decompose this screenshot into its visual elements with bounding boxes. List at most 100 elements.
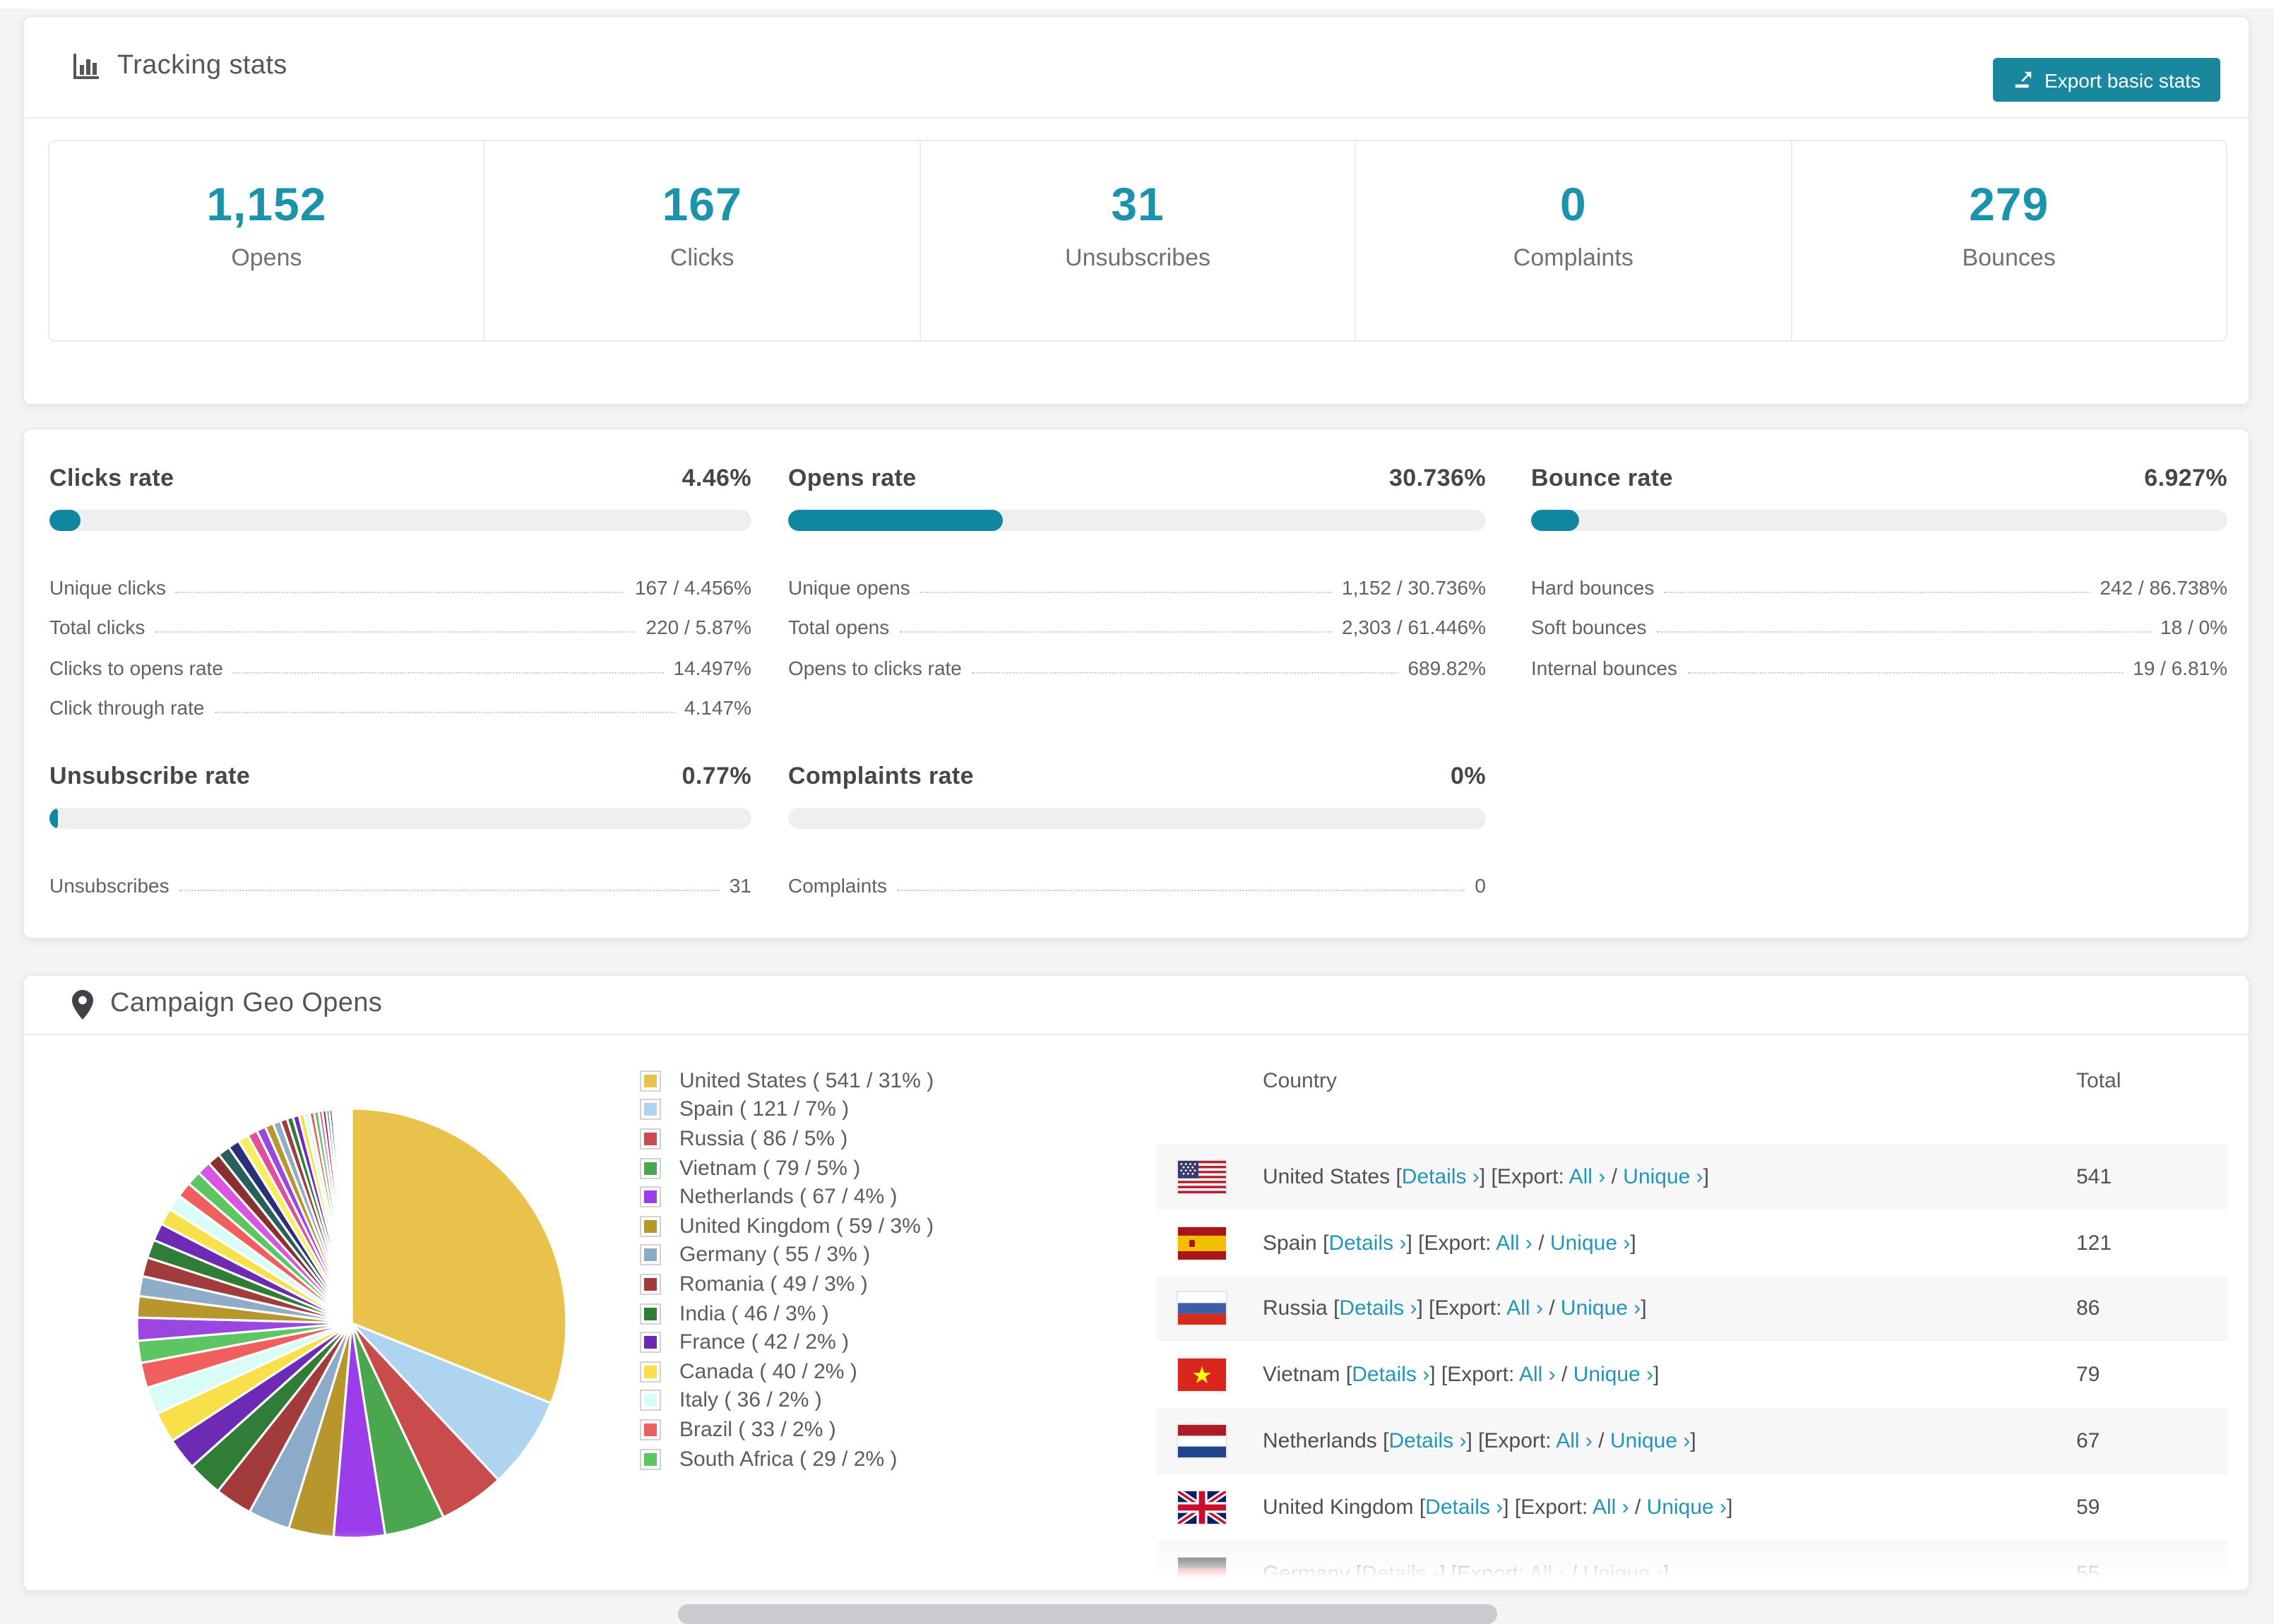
legend-swatch (640, 1215, 661, 1237)
geo-header: Campaign Geo Opens (24, 976, 2249, 1034)
rate-row-value: 1,152 / 30.736% (1342, 575, 1486, 598)
summary-stats-box: 1,152 Opens 167 Clicks 31 Unsubscribes 0 Compla… (48, 140, 2227, 342)
header-divider (24, 117, 2249, 119)
rate-row: Total clicks 220 / 5.87% (49, 601, 751, 641)
export-unique-link[interactable]: Unique › (1610, 1429, 1690, 1453)
rate-header: Complaints rate 0% (788, 763, 1486, 791)
legend-swatch (640, 1244, 661, 1266)
rate-progress-bar (49, 808, 751, 829)
rate-row-label: Opens to clicks rate (788, 656, 962, 679)
export-unique-link[interactable]: Unique › (1623, 1165, 1703, 1189)
total-cell: 55 (2076, 1561, 2100, 1586)
geo-opens-table: Country Total United States [Details ›] … (1157, 1049, 2227, 1590)
legend-item: Germany ( 55 / 3% ) (640, 1241, 934, 1270)
legend-label: South Africa ( 29 / 2% ) (679, 1447, 898, 1471)
flag-nl-icon (1178, 1425, 1226, 1458)
rate-title: Complaints rate (788, 763, 974, 789)
export-all-link[interactable]: All › (1556, 1429, 1593, 1453)
horizontal-scrollbar-thumb[interactable] (678, 1604, 1497, 1624)
total-cell: 121 (2076, 1231, 2112, 1255)
rate-rows: Unique clicks 167 / 4.456% Total clicks 220… (49, 561, 751, 722)
legend-swatch (640, 1303, 661, 1325)
details-link[interactable]: Details › (1362, 1561, 1439, 1585)
details-link[interactable]: Details › (1402, 1165, 1480, 1189)
geo-opens-card: Campaign Geo Opens United States ( 541 /… (23, 974, 2250, 1592)
details-link[interactable]: Details › (1328, 1231, 1406, 1255)
dotted-leader (897, 889, 1465, 890)
country-name: Germany (1263, 1561, 1356, 1586)
rate-row-label: Unique opens (788, 575, 910, 598)
table-row: United States [Details ›] [Export: All ›… (1157, 1144, 2227, 1210)
rate-progress-fill (49, 808, 58, 829)
rate-block-opens-rate: Opens rate 30.736% Unique opens 1,152 / 30.… (788, 465, 1486, 681)
export-all-link[interactable]: All › (1593, 1495, 1629, 1519)
flag-es-icon (1178, 1226, 1226, 1260)
legend-label: Germany ( 55 / 3% ) (679, 1243, 871, 1267)
geo-opens-pie-chart (136, 1107, 568, 1539)
rate-row: Unsubscribes 31 (49, 859, 751, 899)
rate-row-label: Click through rate (49, 696, 205, 719)
rates-card: Clicks rate 4.46% Unique clicks 167 / 4.456… (23, 428, 2250, 939)
table-row: Germany [Details ›] [Export: All › / Uni… (1157, 1540, 2227, 1590)
summary-stat: 279 Bounces (1790, 141, 2226, 340)
legend-item: France ( 42 / 2% ) (640, 1328, 934, 1357)
export-basic-stats-button[interactable]: Export basic stats (1992, 58, 2220, 102)
export-unique-link[interactable]: Unique › (1573, 1363, 1653, 1387)
export-all-link[interactable]: All › (1506, 1297, 1543, 1321)
summary-stat-value: 1,152 (206, 178, 327, 230)
rate-row-label: Soft bounces (1531, 616, 1647, 638)
flag-gb-icon (1178, 1491, 1226, 1524)
legend-item: Canada ( 40 / 2% ) (640, 1357, 934, 1386)
geo-table-header: Country Total (1157, 1049, 2227, 1144)
rate-row: Unique opens 1,152 / 30.736% (788, 561, 1486, 601)
rate-row: Opens to clicks rate 689.82% (788, 641, 1486, 681)
dotted-leader (1687, 671, 2124, 673)
rate-row-value: 167 / 4.456% (634, 575, 751, 598)
summary-stat-label: Clicks (669, 244, 734, 271)
table-row: Spain [Details ›] [Export: All › / Uniqu… (1157, 1210, 2227, 1277)
map-pin-icon (72, 989, 93, 1019)
country-cell: United States [Details ›] [Export: All ›… (1263, 1164, 1710, 1189)
rate-progress-fill (1531, 510, 1580, 531)
details-link[interactable]: Details › (1425, 1495, 1503, 1519)
country-cell: Vietnam [Details ›] [Export: All › / Uni… (1263, 1363, 1660, 1387)
export-all-link[interactable]: All › (1519, 1363, 1556, 1387)
geo-title-row: Campaign Geo Opens (72, 989, 382, 1020)
legend-item: Italy ( 36 / 2% ) (640, 1386, 934, 1415)
details-link[interactable]: Details › (1388, 1429, 1466, 1453)
rate-rows: Unsubscribes 31 (49, 859, 751, 899)
rate-header: Clicks rate 4.46% (49, 465, 751, 493)
dotted-leader (971, 671, 1398, 673)
details-link[interactable]: Details › (1352, 1363, 1429, 1387)
legend-label: Russia ( 86 / 5% ) (679, 1126, 848, 1151)
export-unique-link[interactable]: Unique › (1583, 1561, 1663, 1585)
dotted-leader (155, 631, 636, 633)
legend-swatch (640, 1419, 661, 1440)
export-unique-link[interactable]: Unique › (1647, 1495, 1727, 1519)
legend-label: Netherlands ( 67 / 4% ) (679, 1185, 898, 1210)
rate-row: Total opens 2,303 / 61.446% (788, 601, 1486, 641)
legend-item: Romania ( 49 / 3% ) (640, 1270, 934, 1298)
table-row: Russia [Details ›] [Export: All › / Uniq… (1157, 1276, 2227, 1342)
export-unique-link[interactable]: Unique › (1561, 1297, 1641, 1321)
legend-item: Spain ( 121 / 7% ) (640, 1095, 934, 1124)
legend-label: Canada ( 40 / 2% ) (679, 1359, 857, 1384)
summary-stat-value: 279 (1969, 178, 2049, 230)
geo-table-body: United States [Details ›] [Export: All ›… (1157, 1144, 2227, 1590)
country-name: United States (1263, 1164, 1396, 1189)
export-all-link[interactable]: All › (1496, 1231, 1532, 1255)
legend-swatch (640, 1448, 661, 1470)
legend-item: Russia ( 86 / 5% ) (640, 1124, 934, 1153)
dotted-leader (1656, 631, 2151, 633)
details-link[interactable]: Details › (1339, 1297, 1417, 1321)
rate-row-label: Unsubscribes (49, 873, 169, 896)
legend-swatch (640, 1157, 661, 1179)
rate-row-value: 4.147% (684, 696, 751, 719)
export-all-link[interactable]: All › (1569, 1165, 1606, 1189)
export-all-link[interactable]: All › (1529, 1561, 1566, 1585)
rate-row-value: 2,303 / 61.446% (1342, 616, 1486, 638)
dotted-leader (175, 591, 625, 592)
dotted-leader (232, 671, 664, 673)
export-unique-link[interactable]: Unique › (1550, 1231, 1630, 1255)
rate-header: Opens rate 30.736% (788, 465, 1486, 493)
